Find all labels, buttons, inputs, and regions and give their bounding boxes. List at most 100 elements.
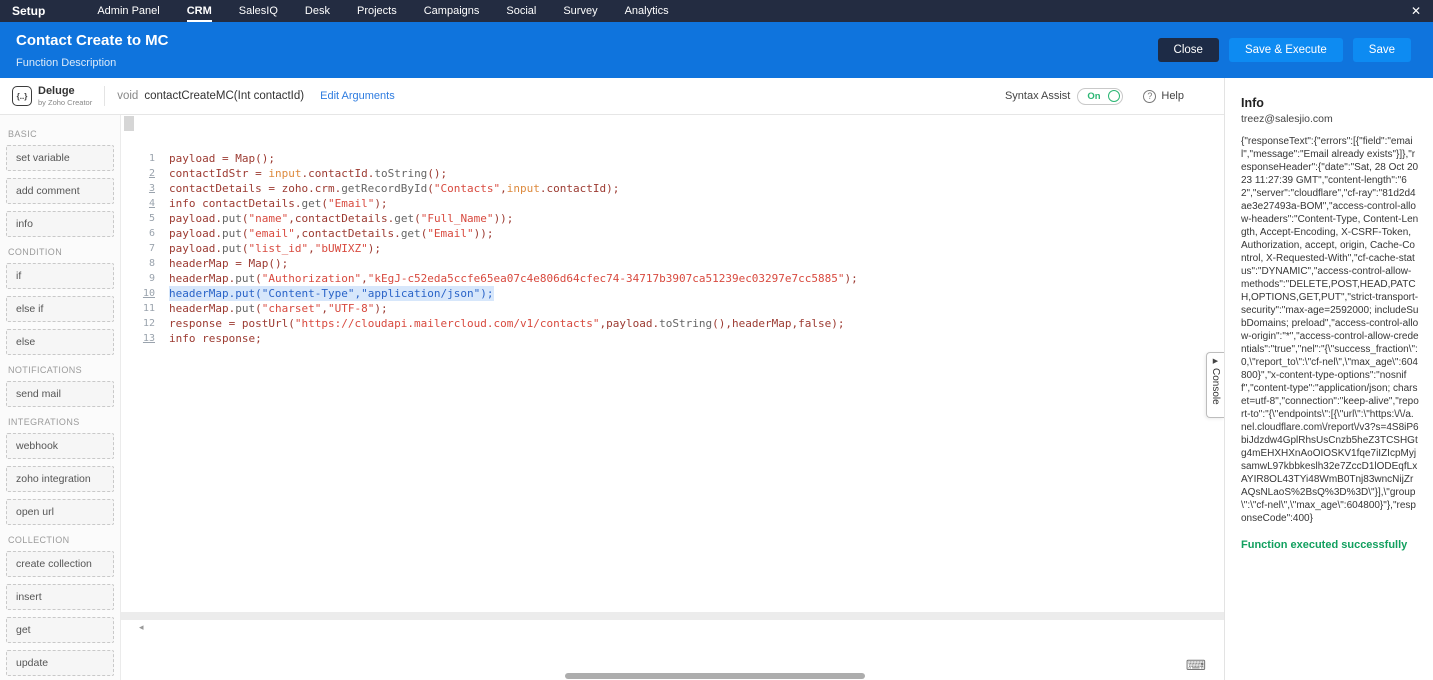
syntax-assist-toggle[interactable]: On <box>1077 88 1123 105</box>
save-button[interactable]: Save <box>1353 38 1411 62</box>
sidebar-item-webhook[interactable]: webhook <box>6 433 114 459</box>
horizontal-scrollbar-thumb[interactable] <box>565 673 865 679</box>
sidebar-item-get[interactable]: get <box>6 617 114 643</box>
topnav-item-desk[interactable]: Desk <box>305 0 330 22</box>
code-text: response = postUrl("https://cloudapi.mai… <box>169 316 845 331</box>
help-label: Help <box>1161 90 1184 102</box>
close-icon[interactable]: ✕ <box>1411 4 1421 18</box>
sidebar-item-insert[interactable]: insert <box>6 584 114 610</box>
topnav-items: Admin Panel CRM SalesIQ Desk Projects Campaig… <box>97 0 668 22</box>
code-text: payload.put("email",contactDetails.get("… <box>169 226 494 241</box>
code-text: contactDetails = zoho.crm.getRecordById(… <box>169 181 619 196</box>
code-line[interactable]: 3contactDetails = zoho.crm.getRecordById… <box>121 181 1224 196</box>
edit-arguments-link[interactable]: Edit Arguments <box>320 90 395 102</box>
code-line[interactable]: 9headerMap.put("Authorization","kEgJ-c52… <box>121 271 1224 286</box>
code-line[interactable]: 10headerMap.put("Content-Type","applicat… <box>121 286 1224 301</box>
code-line[interactable]: 7payload.put("list_id","bUWIXZ"); <box>121 241 1224 256</box>
code-line[interactable]: 12response = postUrl("https://cloudapi.m… <box>121 316 1224 331</box>
header-actions: Close Save & Execute Save <box>1158 38 1417 62</box>
topnav-item-campaigns[interactable]: Campaigns <box>424 0 480 22</box>
close-button[interactable]: Close <box>1158 38 1219 62</box>
topnav-item-crm[interactable]: CRM <box>187 0 212 22</box>
info-email: treez@salesjio.com <box>1241 113 1419 125</box>
sidebar-item-create-collection[interactable]: create collection <box>6 551 114 577</box>
code-line[interactable]: 5payload.put("name",contactDetails.get("… <box>121 211 1224 226</box>
editor-pane: {..} Deluge by Zoho Creator voidcontactC… <box>0 78 1225 680</box>
code-line[interactable]: 4info contactDetails.get("Email"); <box>121 196 1224 211</box>
help-icon: ? <box>1143 90 1156 103</box>
save-execute-button[interactable]: Save & Execute <box>1229 38 1343 62</box>
code-text: headerMap.put("Content-Type","applicatio… <box>169 286 494 301</box>
function-description-link[interactable]: Function Description <box>16 57 169 69</box>
code-line[interactable]: 6payload.put("email",contactDetails.get(… <box>121 226 1224 241</box>
code-text: info contactDetails.get("Email"); <box>169 196 388 211</box>
sidebar-item-else-if[interactable]: else if <box>6 296 114 322</box>
signature-keyword: void <box>117 90 138 102</box>
syntax-assist-control: Syntax Assist On <box>1005 88 1123 105</box>
workspace: BASICset variableadd commentinfoCONDITIO… <box>0 115 1224 680</box>
topnav-item-salesiq[interactable]: SalesIQ <box>239 0 278 22</box>
line-number[interactable]: 9 <box>121 271 169 286</box>
line-number[interactable]: 8 <box>121 256 169 271</box>
page-title: Contact Create to MC <box>16 32 169 49</box>
sidebar-item-open-url[interactable]: open url <box>6 499 114 525</box>
line-number[interactable]: 2 <box>121 166 169 181</box>
keyboard-icon[interactable]: ⌨ <box>1186 658 1206 672</box>
line-number[interactable]: 13 <box>121 331 169 346</box>
sidebar-item-zoho-integration[interactable]: zoho integration <box>6 466 114 492</box>
editor-vertical-scroll-thumb[interactable] <box>124 116 134 131</box>
code-text: payload.put("list_id","bUWIXZ"); <box>169 241 381 256</box>
deluge-subtitle: by Zoho Creator <box>38 99 92 107</box>
sidebar-section-title: CONDITION <box>8 247 112 257</box>
line-number[interactable]: 1 <box>121 151 169 166</box>
header-titles: Contact Create to MC Function Descriptio… <box>16 32 169 69</box>
topnav-item-admin-panel[interactable]: Admin Panel <box>97 0 159 22</box>
sidebar-section-title: COLLECTION <box>8 535 112 545</box>
sidebar-item-info[interactable]: info <box>6 211 114 237</box>
code-text: headerMap.put("Authorization","kEgJ-c52e… <box>169 271 858 286</box>
signature-text: contactCreateMC(Int contactId) <box>144 90 304 102</box>
line-number[interactable]: 5 <box>121 211 169 226</box>
deluge-title: Deluge <box>38 86 92 97</box>
line-number[interactable]: 11 <box>121 301 169 316</box>
topnav-item-survey[interactable]: Survey <box>563 0 597 22</box>
toolbar-divider <box>104 86 105 106</box>
execution-status: Function executed successfully <box>1241 539 1419 551</box>
collapse-left-icon[interactable]: ◂ <box>139 622 144 633</box>
main-content: {..} Deluge by Zoho Creator voidcontactC… <box>0 78 1433 680</box>
code-text: headerMap = Map(); <box>169 256 288 271</box>
top-navigation-bar: Setup Admin PanelCRMSalesIQDeskProjectsC… <box>0 0 1433 22</box>
sidebar-item-send-mail[interactable]: send mail <box>6 381 114 407</box>
sidebar: BASICset variableadd commentinfoCONDITIO… <box>0 115 121 680</box>
sidebar-item-set-variable[interactable]: set variable <box>6 145 114 171</box>
editor-horizontal-scrollbar[interactable] <box>121 612 1224 620</box>
topnav-item-social[interactable]: Social <box>506 0 536 22</box>
code-editor[interactable]: 1payload = Map();2contactIdStr = input.c… <box>121 115 1224 612</box>
code-line[interactable]: 2contactIdStr = input.contactId.toString… <box>121 166 1224 181</box>
sidebar-item-add-comment[interactable]: add comment <box>6 178 114 204</box>
line-number[interactable]: 3 <box>121 181 169 196</box>
line-number[interactable]: 7 <box>121 241 169 256</box>
code-text: contactIdStr = input.contactId.toString(… <box>169 166 447 181</box>
code-line[interactable]: 1payload = Map(); <box>121 151 1224 166</box>
sidebar-section-title: INTEGRATIONS <box>8 417 112 427</box>
topnav-item-projects[interactable]: Projects <box>357 0 397 22</box>
sidebar-section-title: NOTIFICATIONS <box>8 365 112 375</box>
line-number[interactable]: 4 <box>121 196 169 211</box>
help-button[interactable]: ? Help <box>1143 90 1184 103</box>
line-number[interactable]: 6 <box>121 226 169 241</box>
sidebar-item-update[interactable]: update <box>6 650 114 676</box>
deluge-brand: Deluge by Zoho Creator <box>38 86 92 107</box>
code-text: payload = Map(); <box>169 151 275 166</box>
code-lines: 1payload = Map();2contactIdStr = input.c… <box>121 115 1224 346</box>
line-number[interactable]: 10 <box>121 286 169 301</box>
code-line[interactable]: 11headerMap.put("charset","UTF-8"); <box>121 301 1224 316</box>
topnav-item-analytics[interactable]: Analytics <box>625 0 669 22</box>
line-number[interactable]: 12 <box>121 316 169 331</box>
sidebar-item-if[interactable]: if <box>6 263 114 289</box>
code-line[interactable]: 8headerMap = Map(); <box>121 256 1224 271</box>
toggle-knob <box>1108 90 1120 102</box>
sidebar-item-else[interactable]: else <box>6 329 114 355</box>
console-tab[interactable]: ▶ Console <box>1206 352 1224 418</box>
code-line[interactable]: 13info response; <box>121 331 1224 346</box>
